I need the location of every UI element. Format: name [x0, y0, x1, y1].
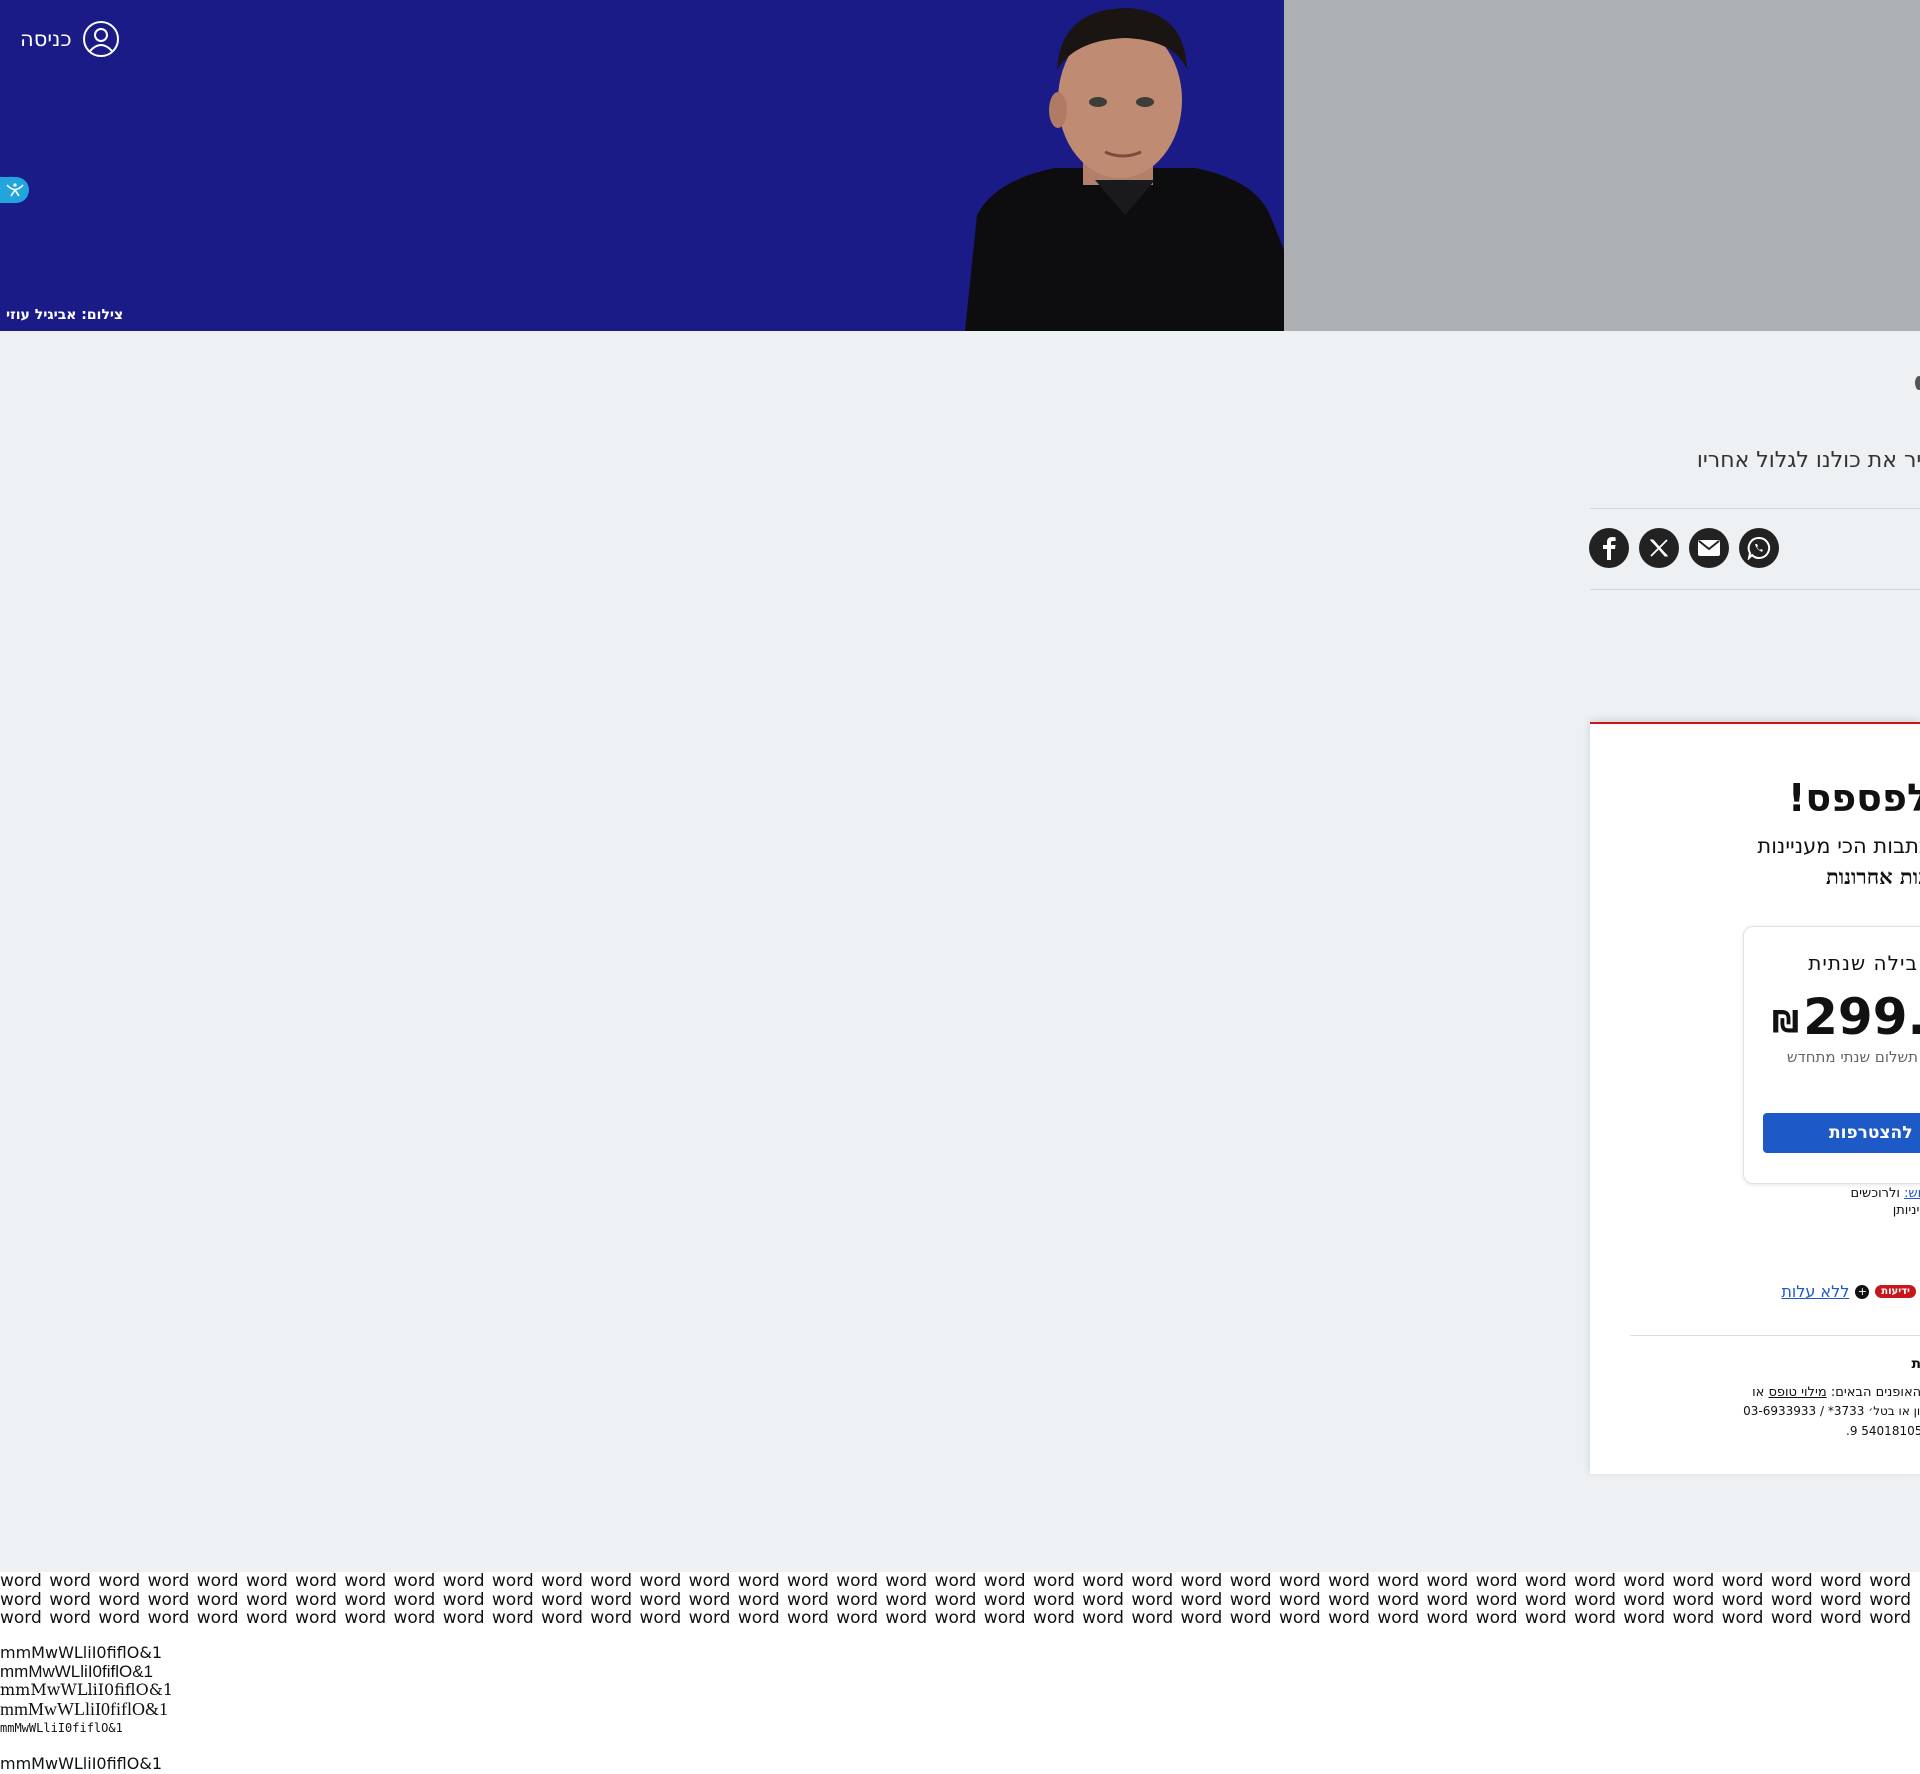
- glyph-line-4: mmMwWLliI0fiflO&1: [0, 1699, 168, 1719]
- plan-price: 299.9: [1803, 988, 1920, 1046]
- plan-price-block: ₪ 299.9: [1772, 989, 1920, 1045]
- facebook-icon: [1603, 537, 1616, 560]
- hero-blue-panel: כניסה צילום: אביגיל עוזי: [0, 0, 1284, 331]
- paywall-footer-line-1: מהאופנים הבאים: מילוי טופס או: [1752, 1385, 1920, 1400]
- terms-line-2: ודיניותן: [1892, 1203, 1920, 1218]
- glyph-line-5: mmMwWLliI0fiflO&1: [0, 1721, 123, 1735]
- share-x-button[interactable]: [1639, 528, 1679, 568]
- footer-line1-text: מהאופנים הבאים:: [1830, 1385, 1920, 1400]
- article-subtitle: איר את כולנו לגלול אחריו: [1696, 448, 1920, 473]
- login-button[interactable]: כניסה: [20, 20, 120, 58]
- glyph-line-6: mmMwWLliI0fiflO&1: [0, 1754, 162, 1773]
- paywall-title: לפספס!: [1788, 776, 1920, 820]
- promo-link[interactable]: ללא עלות: [1781, 1282, 1849, 1301]
- terms-line-1: מוש: ולרוכשים: [1850, 1186, 1920, 1201]
- x-icon: [1649, 539, 1669, 557]
- plan-name: בילה שנתית: [1808, 951, 1918, 975]
- glyph-line-2: mmMwWLliI0fiflO&1: [0, 1662, 154, 1681]
- accessibility-icon: [5, 183, 24, 197]
- whatsapp-icon: [1747, 536, 1771, 560]
- paywall-panel: לפספס! כתבות הכי מעניינות עות אחרונות בי…: [1590, 722, 1920, 1474]
- author-portrait: [965, 8, 1284, 331]
- share-facebook-button[interactable]: [1589, 528, 1629, 568]
- promo-row: – ידיעות + ללא עלות: [1781, 1282, 1920, 1301]
- truncated-text-dot: [1915, 376, 1920, 390]
- divider-bottom: [1590, 589, 1920, 590]
- divider-top: [1590, 508, 1920, 509]
- email-icon: [1698, 540, 1720, 556]
- promo-badge: ידיעות: [1875, 1285, 1916, 1298]
- login-label: כניסה: [20, 27, 72, 51]
- paywall-subtitle-1: כתבות הכי מעניינות: [1757, 834, 1920, 858]
- hero-banner: כניסה צילום: אביגיל עוזי: [0, 0, 1920, 331]
- plus-icon: +: [1855, 1284, 1870, 1299]
- accessibility-button[interactable]: [0, 177, 29, 203]
- paywall-footer-line-3: 540181054 9.: [1845, 1424, 1920, 1438]
- share-whatsapp-button[interactable]: [1739, 528, 1779, 568]
- footer-line1-end: או: [1752, 1385, 1765, 1400]
- terms-text: ולרוכשים: [1850, 1186, 1900, 1201]
- paywall-footer-line-2: ציון או בטל׳ 3733* / 03-6933933: [1743, 1404, 1920, 1418]
- glyph-line-3: mmMwWLliI0fiflO&1: [0, 1680, 174, 1699]
- paywall-divider: [1630, 1335, 1920, 1336]
- share-email-button[interactable]: [1689, 528, 1729, 568]
- paywall-subtitle-2: עות אחרונות: [1826, 864, 1920, 889]
- plan-note: תשלום שנתי מתחדש: [1786, 1048, 1918, 1066]
- glyph-line-1: mmMwWLliI0fiflO&1: [0, 1643, 162, 1662]
- paywall-footer-heading: יות: [1912, 1356, 1920, 1372]
- filler-words: word word word word word word word word …: [0, 1572, 1912, 1628]
- currency-symbol: ₪: [1772, 1005, 1800, 1040]
- share-bar: [1589, 528, 1779, 568]
- user-circle-icon: [82, 21, 119, 57]
- form-link[interactable]: מילוי טופס: [1768, 1385, 1826, 1400]
- join-button[interactable]: להצטרפות: [1763, 1113, 1920, 1153]
- photo-credit: צילום: אביגיל עוזי: [6, 307, 124, 323]
- terms-link[interactable]: מוש:: [1904, 1186, 1920, 1201]
